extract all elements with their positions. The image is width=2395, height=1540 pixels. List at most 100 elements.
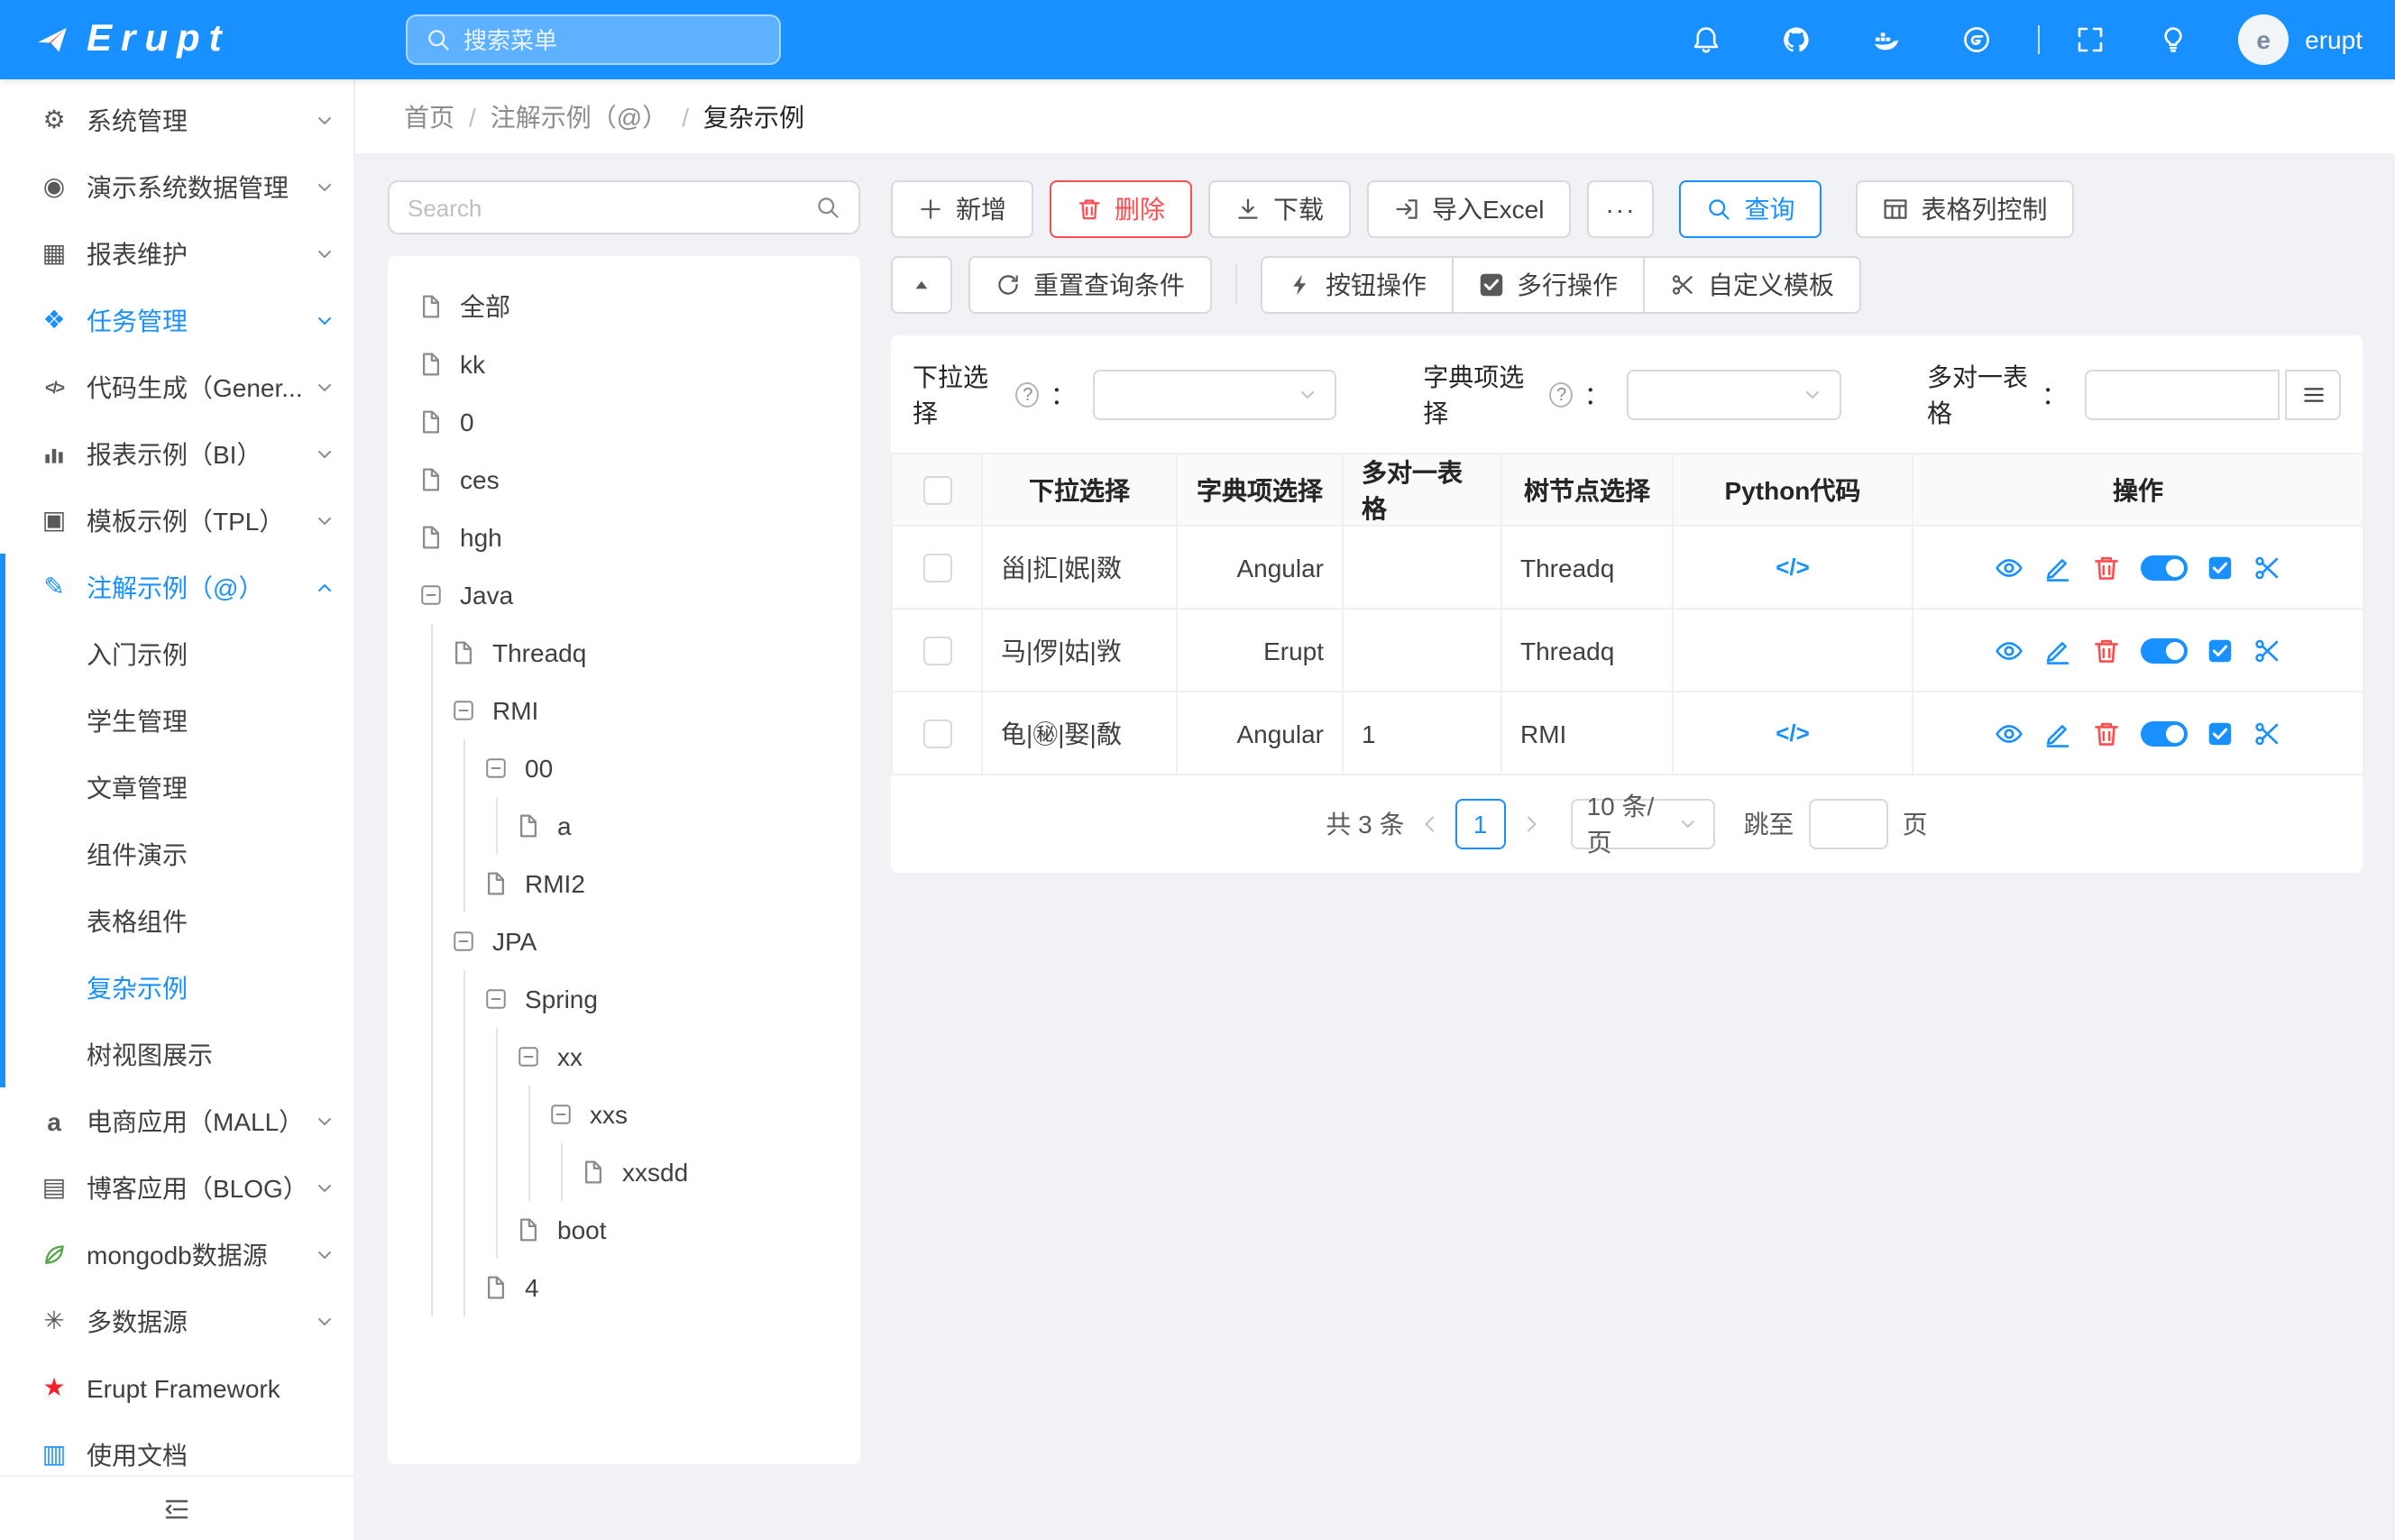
toggle-switch-on[interactable] [2141,555,2188,580]
tree-node[interactable]: boot [402,1201,846,1259]
toggle-switch-on[interactable] [2141,637,2188,663]
sidebar-collapse-button[interactable] [0,1475,353,1540]
edit-icon[interactable] [2043,553,2072,582]
delete-button[interactable]: 删除 [1050,180,1192,238]
tree-node[interactable]: RMI2 [402,855,846,912]
python-code-link[interactable]: </> [1674,527,1913,610]
collapse-icon[interactable] [449,930,478,952]
import-excel-button[interactable]: 导入Excel [1367,180,1571,238]
breadcrumb-annotation[interactable]: 注解示例（@） [491,98,667,134]
prev-page-icon[interactable] [1419,813,1441,835]
add-button[interactable]: 新增 [891,180,1033,238]
checked-checkbox-icon[interactable] [2207,555,2233,580]
tree-node[interactable]: Spring [402,970,846,1028]
submenu-item-student[interactable]: 学生管理 [0,687,353,754]
column-control-button[interactable]: 表格列控制 [1856,180,2074,238]
multi-row-operation-button[interactable]: 多行操作 [1452,256,1645,314]
sidebar-item-task-management[interactable]: ❖ 任务管理 [0,287,353,353]
toggle-switch-on[interactable] [2141,720,2188,746]
brand[interactable]: Erupt [0,18,355,61]
collapse-icon[interactable] [546,1104,575,1125]
collapse-icon[interactable] [449,700,478,721]
sidebar-item-multi-datasource[interactable]: ✳ 多数据源 [0,1288,353,1354]
breadcrumb-home[interactable]: 首页 [404,98,454,134]
edit-icon[interactable] [2043,636,2072,665]
gitee-icon[interactable] [1962,25,1991,54]
python-code-link[interactable]: </> [1674,692,1913,775]
sidebar-item-docs[interactable]: ▥ 使用文档 [0,1421,353,1475]
tree-node[interactable]: xxsdd [402,1143,846,1201]
submenu-item-table-component[interactable]: 表格组件 [0,887,353,954]
dict-select[interactable] [1628,370,1840,420]
tree-node[interactable]: xxs [402,1086,846,1143]
tree-node[interactable]: kk [402,335,846,393]
tree-node[interactable]: hgh [402,509,846,566]
tree-node[interactable]: Threadq [402,624,846,682]
bell-icon[interactable] [1692,25,1721,54]
question-circle-icon[interactable] [1016,382,1040,408]
menu-search-box[interactable] [406,14,781,65]
tree-search-box[interactable] [388,180,860,234]
tree-node[interactable]: 4 [402,1259,846,1316]
sidebar-item-report-maintain[interactable]: ▦ 报表维护 [0,220,353,287]
tree-node[interactable]: a [402,797,846,855]
sidebar-item-mongodb-datasource[interactable]: mongodb数据源 [0,1221,353,1288]
scissors-icon[interactable] [2253,636,2281,665]
question-circle-icon[interactable] [1550,382,1574,408]
sidebar-item-system-management[interactable]: ⚙ 系统管理 [0,87,353,153]
sidebar-item-tpl-example[interactable]: ▣ 模板示例（TPL） [0,487,353,554]
button-operation-button[interactable]: 按钮操作 [1261,256,1454,314]
sidebar-item-bi-example[interactable]: 报表示例（BI） [0,420,353,487]
view-icon[interactable] [1995,719,2023,747]
fullscreen-icon[interactable] [2076,25,2105,54]
many-to-one-input[interactable] [2085,370,2280,420]
row-checkbox[interactable] [922,553,951,582]
sidebar-item-blog-app[interactable]: ▤ 博客应用（BLOG） [0,1154,353,1221]
menu-search-input[interactable] [463,26,734,53]
tree-node[interactable]: RMI [402,682,846,739]
row-checkbox[interactable] [922,636,951,665]
download-button[interactable]: 下载 [1208,180,1351,238]
checked-checkbox-icon[interactable] [2207,637,2233,663]
page-number[interactable]: 1 [1455,799,1506,849]
scissors-icon[interactable] [2253,553,2281,582]
sidebar-item-annotation-example[interactable]: ✎ 注解示例（@） [0,554,353,620]
collapse-icon[interactable] [482,988,510,1010]
user-menu[interactable]: e erupt [2238,14,2363,65]
tree-node[interactable]: xx [402,1028,846,1086]
scissors-icon[interactable] [2253,719,2281,747]
next-page-icon[interactable] [1520,813,1542,835]
reset-query-button[interactable]: 重置查询条件 [968,256,1212,314]
page-size-select[interactable]: 10 条/页 [1571,799,1715,849]
delete-icon[interactable] [2092,553,2121,582]
tree-search-input[interactable] [408,194,801,221]
delete-icon[interactable] [2092,719,2121,747]
sidebar-item-erupt-framework[interactable]: ★ Erupt Framework [0,1354,353,1421]
submenu-item-component-demo[interactable]: 组件演示 [0,820,353,887]
sidebar-item-demo-data[interactable]: ◉ 演示系统数据管理 [0,153,353,220]
submenu-item-tree-view[interactable]: 树视图展示 [0,1021,353,1087]
bulb-icon[interactable] [2159,25,2188,54]
sidebar-item-code-generation[interactable]: </> 代码生成（Gener... [0,353,353,420]
submenu-item-intro[interactable]: 入门示例 [0,620,353,687]
row-checkbox[interactable] [922,719,951,747]
submenu-item-article[interactable]: 文章管理 [0,754,353,820]
jump-input[interactable] [1809,799,1888,849]
docker-icon[interactable] [1872,25,1901,54]
query-button[interactable]: 查询 [1679,180,1821,238]
select-all-checkbox[interactable] [922,475,951,504]
collapse-query-button[interactable] [891,256,952,314]
custom-template-button[interactable]: 自定义模板 [1643,256,1861,314]
delete-icon[interactable] [2092,636,2121,665]
view-icon[interactable] [1995,553,2023,582]
checked-checkbox-icon[interactable] [2207,720,2233,746]
collapse-icon[interactable] [417,584,445,606]
more-button[interactable]: ··· [1587,180,1654,238]
github-icon[interactable] [1782,25,1811,54]
tree-node[interactable]: 全部 [402,278,846,335]
edit-icon[interactable] [2043,719,2072,747]
tree-node[interactable]: JPA [402,912,846,970]
collapse-icon[interactable] [482,757,510,779]
submenu-item-complex-example[interactable]: 复杂示例 [0,954,353,1021]
tree-node[interactable]: Java [402,566,846,624]
